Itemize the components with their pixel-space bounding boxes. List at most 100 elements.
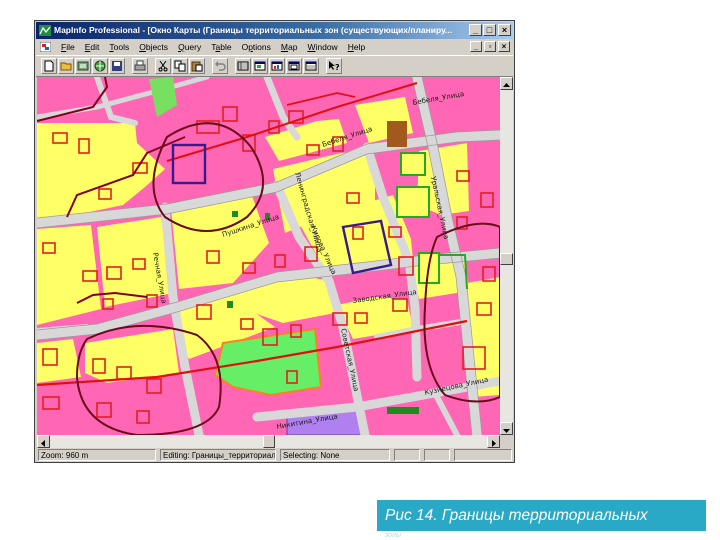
zone-boundary [286,92,356,106]
menu-item-label: bjects [145,42,169,52]
editing-status[interactable]: Editing: Границы_территориаль [160,449,276,461]
copy-icon [174,60,186,72]
new-mapper-button[interactable] [252,58,268,74]
open-dbms-button[interactable] [75,58,91,74]
green-plot [227,301,233,308]
menu-item-label: dit [90,42,100,52]
menu-item-label: ble [220,42,232,52]
open-table-button[interactable] [58,58,74,74]
menu-item[interactable]: Options [237,39,276,55]
scroll-up-button[interactable] [500,77,513,90]
graph-window-icon [271,61,283,71]
menu-item[interactable]: Window [302,39,342,55]
doc-restore-button[interactable]: ▫ [484,41,496,52]
figure-caption: Рис 14. Границы территориальных [377,500,706,531]
brown-lot [387,121,407,147]
zoom-status[interactable]: Zoom: 960 m [38,449,156,461]
print-button[interactable] [132,58,148,74]
menu-item-label: indow [315,42,338,52]
menu-item-label: elp [353,42,366,52]
map-layers: Бебеля_Улица Бебеля_Улица Пушкина_Улица … [37,77,500,435]
mapinfo-window: MapInfo Professional - [Окно Карты (Гран… [34,20,515,463]
new-grapher-button[interactable] [269,58,285,74]
open-workspace-button[interactable] [92,58,108,74]
status-field-empty [454,449,512,461]
new-browser-button[interactable] [235,58,251,74]
cut-button[interactable] [155,58,171,74]
menu-item[interactable]: Table [206,39,236,55]
browser-window-icon [237,61,249,71]
copy-button[interactable] [172,58,188,74]
paste-button[interactable] [189,58,205,74]
redistrict-window-icon [305,61,317,71]
minimize-button[interactable]: _ [469,24,482,36]
standard-toolbar: ? [36,55,513,77]
green-plot [400,152,426,176]
menu-item-accelerator: O [139,42,146,52]
figure-caption-overflow: зоны [385,532,402,539]
new-document-icon [44,60,54,72]
menu-item[interactable]: Tools [104,39,134,55]
selecting-status[interactable]: Selecting: None [280,449,390,461]
printer-icon [134,60,146,71]
new-table-button[interactable] [41,58,57,74]
menu-items: File Edit Tools Objects Query Table Options Map… [56,39,370,55]
horizontal-scroll-thumb[interactable] [263,435,275,448]
menu-item[interactable]: Map [276,39,303,55]
arrow-up-icon [503,83,510,87]
park-zone [149,77,177,117]
map-document-icon[interactable] [40,42,51,52]
green-plot [396,186,430,218]
maximize-button[interactable]: □ [483,24,496,36]
status-field-empty [424,449,450,461]
doc-minimize-button[interactable]: _ [470,41,482,52]
scrollbar-corner [500,435,513,448]
svg-text:?: ? [335,63,340,72]
status-bar: Zoom: 960 m Editing: Границы_территориал… [36,449,513,462]
help-pointer-button[interactable]: ? [326,58,342,74]
menu-item-accelerator: M [280,42,288,52]
arrow-left-icon [41,440,45,447]
residential-zone [37,225,101,325]
green-plot [387,407,419,414]
vertical-scroll-thumb[interactable] [500,253,513,265]
menu-item-label: ools [113,42,130,52]
horizontal-scrollbar[interactable] [37,435,500,448]
menu-item-label: ap [287,42,298,52]
menu-item-label: tions [252,42,271,52]
mdi-controls: _ ▫ × [470,41,510,52]
window-title: MapInfo Professional - [Окно Карты (Гран… [54,25,453,35]
mapinfo-app-icon [39,25,51,36]
help-arrow-icon: ? [329,61,340,72]
scroll-down-button[interactable] [500,422,513,435]
database-icon [77,61,89,71]
road [434,394,460,435]
new-redistricter-button[interactable] [303,58,319,74]
menu-item[interactable]: Objects [134,39,173,55]
menu-item-accelerator: Q [178,42,185,52]
menu-bar: File Edit Tools Objects Query Table Options Map… [36,39,513,55]
scroll-right-button[interactable] [487,435,500,448]
new-layout-button[interactable] [286,58,302,74]
doc-close-button[interactable]: × [498,41,510,52]
status-field-empty [394,449,420,461]
title-bar[interactable]: MapInfo Professional - [Окно Карты (Гран… [36,22,513,39]
workspace-icon [94,60,106,72]
green-plot [232,211,238,217]
map-canvas[interactable]: Бебеля_Улица Бебеля_Улица Пушкина_Улица … [37,77,500,435]
undo-icon [215,61,226,71]
arrow-right-icon [492,440,496,447]
scroll-left-button[interactable] [37,435,50,448]
save-disk-icon [112,61,122,71]
undo-button[interactable] [212,58,228,74]
menu-item[interactable]: Query [173,39,206,55]
menu-item[interactable]: Help [343,39,370,55]
menu-item-label: ile [66,42,75,52]
open-folder-icon [60,62,72,71]
menu-item-label: uery [184,42,202,52]
save-button[interactable] [109,58,125,74]
menu-item[interactable]: Edit [80,39,105,55]
close-button[interactable]: × [498,24,511,36]
vertical-scrollbar[interactable] [500,77,513,435]
menu-item[interactable]: File [56,39,80,55]
